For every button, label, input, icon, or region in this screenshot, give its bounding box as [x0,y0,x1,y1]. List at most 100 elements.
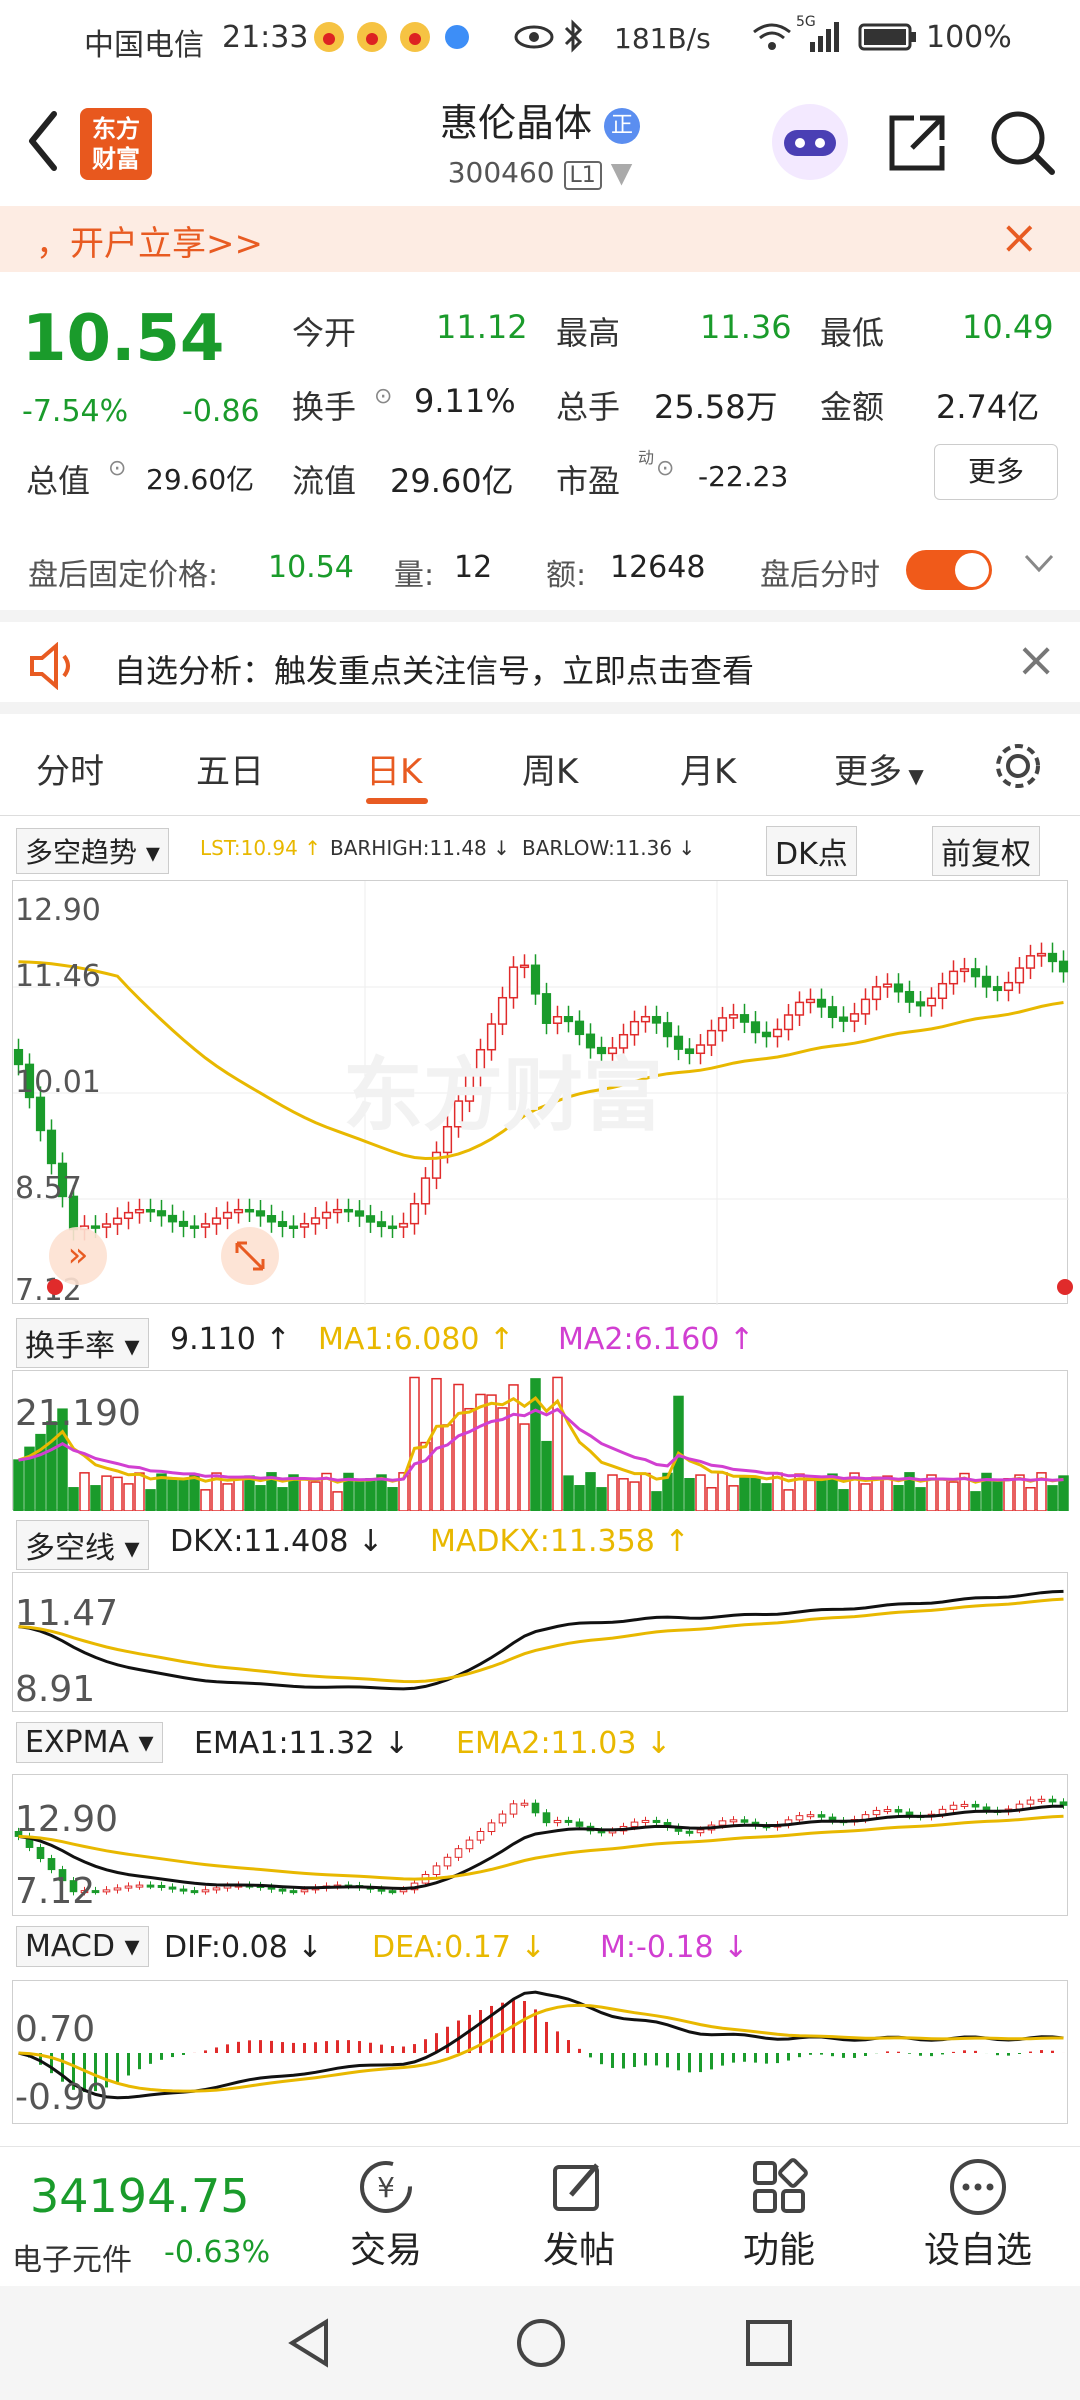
dkx-value: DKX:11.408 ↓ [170,1524,384,1559]
m-value: M:-0.18 ↓ [600,1930,749,1965]
kline-candle [926,997,937,1007]
expma-candle [740,1819,749,1823]
kline-candle [376,1221,387,1228]
dk-axis-bottom: 8.91 [15,1669,96,1710]
time-label: 21:33 [222,20,309,55]
kline-candle [145,1208,156,1213]
expma-candle [498,1813,507,1824]
notice-close-icon[interactable]: × [1016,632,1056,688]
fullscreen-icon[interactable] [221,1227,279,1285]
kline-candle [343,1208,354,1213]
promo-banner[interactable]: ，开户立享>> × [0,206,1080,272]
kline-indicator-select[interactable]: 多空趋势 ▾ [16,828,169,874]
expma-candle [201,1889,210,1893]
mcap-label: 总值 [26,462,91,500]
nav-back-icon[interactable] [282,2316,336,2374]
browser-icon [442,22,472,60]
turnover-chart[interactable]: 21.190 [12,1370,1069,1511]
expma-candle [399,1889,408,1893]
nav-home-icon[interactable] [514,2316,568,2374]
last-price: 10.54 [22,302,225,376]
tab-five-day[interactable]: 五日 [196,744,264,793]
nav-recent-icon[interactable] [744,2318,794,2372]
post-button[interactable]: 发帖 [514,2157,644,2273]
turnover-bar [475,1393,486,1511]
tab-more[interactable]: 更多 ▼ [834,744,924,793]
kline-candle [772,1028,783,1038]
after-hours-row: 盘后固定价格: 10.54 量: 12 额: 12648 盘后分时 [0,526,1080,610]
expma-candle [124,1885,133,1889]
more-button[interactable]: 更多 [934,444,1058,500]
expma-candle [553,1819,562,1824]
kline-candle [706,1029,717,1046]
assistant-avatar-icon[interactable] [768,100,852,188]
expma-candle [476,1831,485,1841]
active-tab-indicator [366,798,428,804]
turnover-indicator-label: 换手率 [25,1329,115,1364]
analysis-notice[interactable]: 自选分析：触发重点关注信号，立即点击查看 × [0,610,1080,714]
kline-candle [563,1016,574,1023]
dk-indicator-select[interactable]: 多空线 ▾ [16,1520,149,1570]
function-button[interactable]: 功能 [714,2157,844,2273]
settings-gear-icon[interactable] [990,738,1046,803]
kline-candle [882,983,893,988]
index-value[interactable]: 34194.75 [30,2169,250,2223]
stock-header: 东方 财富 惠伦晶体 正 300460 L1 ▼ [0,76,1080,206]
kline-candle [673,1035,684,1050]
turnover-bar [486,1394,497,1511]
edit-icon [553,2163,599,2211]
turnover-ma1: MA1:6.080 ↑ [318,1322,515,1357]
turnover-bar [761,1483,772,1511]
pe-value: -22.23 [698,460,789,493]
tab-daily-k[interactable]: 日K [366,744,422,793]
turnover-bar [574,1485,585,1511]
kline-candle [970,968,981,978]
notice-text: 自选分析：触发重点关注信号，立即点击查看 [114,652,755,690]
expma-indicator-label: EXPMA [25,1725,130,1760]
turnover-bar [695,1474,706,1511]
expma-candle [102,1889,111,1893]
expma-indicator-select[interactable]: EXPMA ▾ [16,1722,163,1763]
after-hours-toggle[interactable] [906,550,992,590]
axis-label-top: 12.90 [15,893,101,928]
turnover-bar [596,1487,607,1511]
tab-weekly-k[interactable]: 周K [522,744,578,793]
expma-candle [36,1846,45,1860]
turnover-bar [233,1476,244,1511]
level-badge: L1 [563,161,602,190]
kline-candle [354,1210,365,1217]
dk-point-button[interactable]: DK点 [766,826,857,876]
expma-candle [454,1848,463,1858]
close-icon[interactable]: × [1000,210,1039,264]
pe-info-icon[interactable]: ⊙ [656,456,674,481]
bluetooth-icon [560,18,586,62]
share-icon[interactable] [884,110,950,180]
macd-chart[interactable]: 0.70 -0.90 [12,1980,1068,2124]
macd-indicator-select[interactable]: MACD ▾ [16,1926,149,1967]
macd-indicator-label: MACD [25,1929,115,1964]
tab-monthly-k[interactable]: 月K [680,744,736,793]
add-watchlist-button[interactable]: 设自选 [898,2157,1058,2273]
kline-chart[interactable]: 东方财富 12.90 11.46 10.01 8.57 7.12 » [12,880,1073,1308]
chevron-down-icon[interactable] [1022,548,1056,586]
eye-icon [514,22,554,60]
kline-candle [816,998,827,1008]
tab-intraday[interactable]: 分时 [36,744,104,793]
expand-left-icon[interactable]: » [49,1227,107,1285]
adjust-button[interactable]: 前复权 [932,826,1040,876]
turnover-bar [1025,1487,1036,1511]
dk-axis-top: 11.47 [15,1593,119,1634]
expma-chart[interactable]: 12.90 7.12 [12,1774,1068,1916]
info-icon[interactable]: ⊙ [374,384,392,409]
expma-candle [113,1887,122,1891]
after-hours-toggle-label: 盘后分时 [760,558,880,593]
turnover-indicator-select[interactable]: 换手率 ▾ [16,1318,149,1368]
trade-button[interactable]: ¥ 交易 [316,2157,456,2273]
macd-axis-top: 0.70 [15,2009,96,2050]
expma-candle [883,1809,892,1813]
dk-chart[interactable]: 11.47 8.91 [12,1572,1068,1712]
low-value: 10.49 [962,308,1054,346]
search-icon[interactable] [988,108,1058,182]
mcap-info-icon[interactable]: ⊙ [108,456,126,481]
add-watchlist-label: 设自选 [923,2230,1032,2271]
